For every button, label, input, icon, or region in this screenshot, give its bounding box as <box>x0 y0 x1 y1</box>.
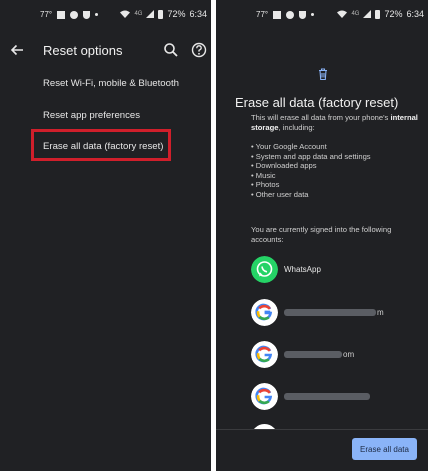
clock: 6:34 <box>189 9 207 19</box>
reset-options-screen: 77° 4G 72% 6:34 Reset options Reset Wi-F… <box>0 0 211 471</box>
wifi-icon <box>337 10 348 18</box>
battery-percent: 72% <box>167 9 186 19</box>
list-item: • Your Google Account <box>251 142 327 151</box>
whatsapp-icon <box>251 256 278 283</box>
redacted-email <box>284 309 376 316</box>
signal-icon <box>363 10 372 18</box>
signal-icon <box>146 10 155 18</box>
page-title: Erase all data (factory reset) <box>235 95 399 110</box>
message-icon <box>70 10 79 19</box>
redacted-email <box>284 393 370 400</box>
top-app-bar: Reset options <box>0 36 211 64</box>
list-item: • Downloaded apps <box>251 161 317 171</box>
redacted-email <box>284 351 342 358</box>
gallery-icon <box>273 10 282 19</box>
search-icon[interactable] <box>162 41 180 59</box>
option-reset-wifi-mobile-bluetooth[interactable]: Reset Wi-Fi, mobile & Bluetooth <box>43 78 179 89</box>
network-type: 4G <box>134 11 143 17</box>
google-icon <box>251 383 278 410</box>
notification-dot-icon <box>311 13 315 16</box>
erase-all-data-screen: 77° 4G 72% 6:34 Erase all data (factory … <box>216 0 428 471</box>
email-ending: om <box>343 350 355 359</box>
clock: 6:34 <box>406 9 424 19</box>
option-reset-app-preferences[interactable]: Reset app preferences <box>43 110 140 121</box>
notification-dot-icon <box>95 13 99 16</box>
shield-icon <box>83 10 91 19</box>
status-bar: 77° 4G 72% 6:34 <box>216 8 428 22</box>
wifi-icon <box>120 10 131 18</box>
network-type: 4G <box>351 11 360 17</box>
page-title: Reset options <box>43 43 123 58</box>
account-name: WhatsApp <box>284 265 321 274</box>
description-text: This will erase all data from your phone… <box>251 113 421 132</box>
list-item: • Music <box>251 170 276 180</box>
google-icon <box>251 299 278 326</box>
list-item: • Other user data <box>251 189 309 199</box>
list-item: • System and app data and settings <box>251 151 371 161</box>
trash-icon <box>319 68 327 81</box>
account-row-google: om <box>251 341 354 368</box>
message-icon <box>286 10 295 19</box>
battery-icon <box>158 9 164 19</box>
google-icon <box>251 341 278 368</box>
help-icon[interactable] <box>190 41 208 59</box>
description-suffix: , including: <box>278 122 315 132</box>
divider <box>216 429 428 430</box>
account-row-google: m <box>251 299 384 326</box>
description-prefix: This will erase all data from your phone… <box>251 113 389 122</box>
battery-icon <box>375 9 381 19</box>
account-row-google <box>251 383 371 410</box>
gallery-icon <box>57 10 66 19</box>
status-bar: 77° 4G 72% 6:34 <box>0 8 211 22</box>
temperature-text: 77° <box>40 10 53 19</box>
temperature-text: 77° <box>256 10 269 19</box>
battery-percent: 72% <box>384 9 403 19</box>
shield-icon <box>299 10 307 19</box>
list-item: • Photos <box>251 180 280 190</box>
erase-all-data-button[interactable]: Erase all data <box>352 438 417 460</box>
option-erase-all-data[interactable]: Erase all data (factory reset) <box>43 141 164 152</box>
signed-in-text: You are currently signed into the follow… <box>251 225 392 244</box>
erase-items-list: • Your Google Account • System and app d… <box>251 142 371 200</box>
email-ending: m <box>377 308 384 317</box>
back-arrow-icon[interactable] <box>8 41 26 59</box>
account-row-whatsapp: WhatsApp <box>251 256 321 283</box>
